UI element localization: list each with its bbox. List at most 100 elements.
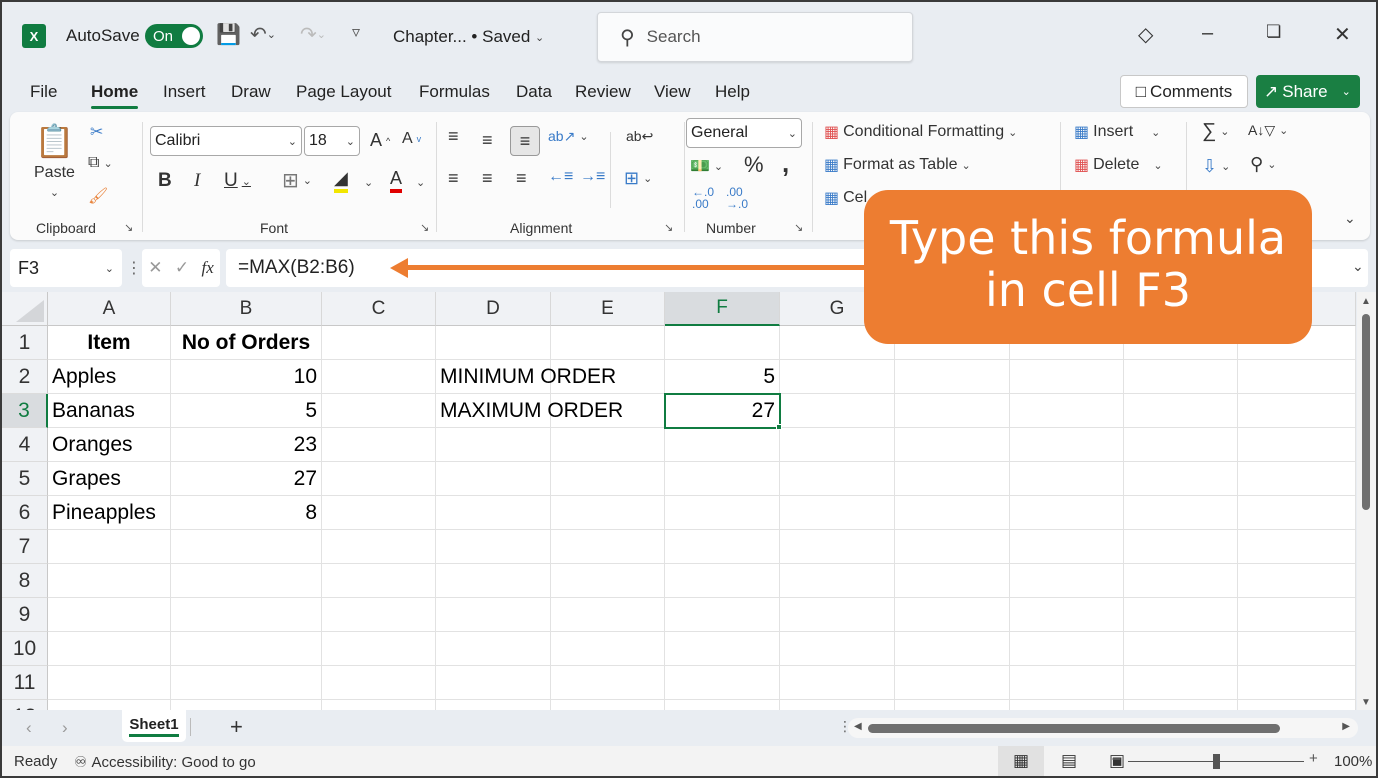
undo-icon[interactable]: ↶ ⌄ — [250, 22, 276, 47]
cell-f2[interactable]: 5 — [665, 360, 780, 394]
wrap-text-icon[interactable]: ab↩ — [626, 128, 653, 145]
sheet-next-icon[interactable]: › — [62, 718, 68, 738]
name-box[interactable]: F3 ⌄ — [10, 249, 122, 287]
row-header-11[interactable]: 11 — [2, 666, 48, 700]
format-painter-icon[interactable]: 🖌 — [88, 186, 108, 206]
cell-e10[interactable] — [551, 632, 665, 666]
align-middle-icon[interactable]: ≡ — [482, 130, 493, 151]
increase-font-icon[interactable]: A ^ — [370, 130, 390, 151]
tab-formulas[interactable]: Formulas — [419, 82, 490, 102]
cell-d10[interactable] — [436, 632, 551, 666]
more-options-icon[interactable]: ⋮ — [126, 258, 142, 278]
cell-e5[interactable] — [551, 462, 665, 496]
cell-a1[interactable]: Item — [48, 326, 171, 360]
row-header-12[interactable]: 12 — [2, 700, 48, 710]
sheet-prev-icon[interactable]: ‹ — [26, 718, 32, 738]
decrease-font-icon[interactable]: Av — [402, 130, 421, 148]
cell-b5[interactable]: 27 — [171, 462, 322, 496]
cell-g9[interactable] — [780, 598, 895, 632]
cell-b2[interactable]: 10 — [171, 360, 322, 394]
insert-function-icon[interactable]: fx — [202, 258, 214, 278]
cell-styles-button[interactable]: ▦ Cel — [824, 188, 867, 208]
cell-j12[interactable] — [1124, 700, 1238, 710]
tab-view[interactable]: View — [654, 82, 691, 102]
cell-k7[interactable] — [1238, 530, 1356, 564]
cell-i6[interactable] — [1010, 496, 1124, 530]
cell-b6[interactable]: 8 — [171, 496, 322, 530]
cell-c3[interactable] — [322, 394, 436, 428]
cell-d8[interactable] — [436, 564, 551, 598]
row-header-3[interactable]: 3 — [2, 394, 48, 428]
insert-cells-button[interactable]: ▦ Insert ⌄ — [1074, 122, 1160, 142]
row-header-7[interactable]: 7 — [2, 530, 48, 564]
cell-b7[interactable] — [171, 530, 322, 564]
cell-g3[interactable] — [780, 394, 895, 428]
cell-d7[interactable] — [436, 530, 551, 564]
cell-g8[interactable] — [780, 564, 895, 598]
cell-d6[interactable] — [436, 496, 551, 530]
cell-c6[interactable] — [322, 496, 436, 530]
expand-formula-bar-icon[interactable]: ⌄ — [1352, 258, 1364, 276]
cell-k9[interactable] — [1238, 598, 1356, 632]
cell-e1[interactable] — [551, 326, 665, 360]
cell-a4[interactable]: Oranges — [48, 428, 171, 462]
cell-c11[interactable] — [322, 666, 436, 700]
minimize-icon[interactable]: – — [1202, 22, 1213, 45]
cell-g7[interactable] — [780, 530, 895, 564]
cell-h8[interactable] — [895, 564, 1010, 598]
row-header-9[interactable]: 9 — [2, 598, 48, 632]
zoom-slider-thumb[interactable] — [1213, 754, 1220, 769]
collapse-ribbon-icon[interactable]: ⌄ — [1344, 210, 1356, 227]
fill-color-icon[interactable]: ◢ — [334, 168, 348, 193]
tab-insert[interactable]: Insert — [163, 82, 206, 102]
column-header-e[interactable]: E — [551, 292, 665, 326]
cell-b4[interactable]: 23 — [171, 428, 322, 462]
cell-a3[interactable]: Bananas — [48, 394, 171, 428]
cell-h3[interactable] — [895, 394, 1010, 428]
search-box[interactable]: ⚲ Search — [597, 12, 913, 62]
cell-j7[interactable] — [1124, 530, 1238, 564]
cell-g4[interactable] — [780, 428, 895, 462]
cell-d12[interactable] — [436, 700, 551, 710]
cell-j3[interactable] — [1124, 394, 1238, 428]
align-center-icon[interactable]: ≡ — [482, 168, 493, 189]
cell-j5[interactable] — [1124, 462, 1238, 496]
cell-e4[interactable] — [551, 428, 665, 462]
cell-b1[interactable]: No of Orders — [171, 326, 322, 360]
decrease-decimal-icon[interactable]: .00 →.0 — [726, 186, 748, 210]
cell-d1[interactable] — [436, 326, 551, 360]
cell-g11[interactable] — [780, 666, 895, 700]
cell-k6[interactable] — [1238, 496, 1356, 530]
format-as-table-button[interactable]: ▦ Format as Table ⌄ — [824, 155, 971, 175]
cell-j10[interactable] — [1124, 632, 1238, 666]
fill-icon[interactable]: ⇩ ⌄ — [1202, 156, 1230, 177]
tab-home[interactable]: Home — [91, 82, 139, 109]
select-all-button[interactable] — [2, 292, 48, 326]
cell-h9[interactable] — [895, 598, 1010, 632]
customize-qat-icon[interactable]: ▿ — [352, 22, 360, 42]
scroll-up-icon[interactable]: ▲ — [1361, 296, 1371, 307]
cell-e7[interactable] — [551, 530, 665, 564]
zoom-out-button[interactable]: – — [1112, 750, 1120, 767]
cell-k4[interactable] — [1238, 428, 1356, 462]
cell-h6[interactable] — [895, 496, 1010, 530]
cell-f6[interactable] — [665, 496, 780, 530]
tab-file[interactable]: File — [30, 82, 57, 102]
cell-j9[interactable] — [1124, 598, 1238, 632]
cell-f8[interactable] — [665, 564, 780, 598]
cell-i5[interactable] — [1010, 462, 1124, 496]
horizontal-scrollbar[interactable]: ◀ ▶ — [848, 718, 1358, 738]
row-header-10[interactable]: 10 — [2, 632, 48, 666]
scroll-down-icon[interactable]: ▼ — [1361, 697, 1371, 708]
share-button[interactable]: ↗ Share ⌄ — [1256, 75, 1360, 108]
cell-f12[interactable] — [665, 700, 780, 710]
cell-j6[interactable] — [1124, 496, 1238, 530]
column-header-f[interactable]: F — [665, 292, 780, 326]
chevron-down-icon[interactable]: ⌄ — [416, 176, 425, 189]
sheet-tab-sheet1[interactable]: Sheet1 — [122, 710, 186, 742]
orientation-icon[interactable]: ab↗ ⌄ — [548, 128, 589, 145]
cell-k10[interactable] — [1238, 632, 1356, 666]
cell-a9[interactable] — [48, 598, 171, 632]
accounting-format-icon[interactable]: 💵 ⌄ — [690, 156, 723, 176]
redo-icon[interactable]: ↷ ⌄ — [300, 22, 326, 47]
